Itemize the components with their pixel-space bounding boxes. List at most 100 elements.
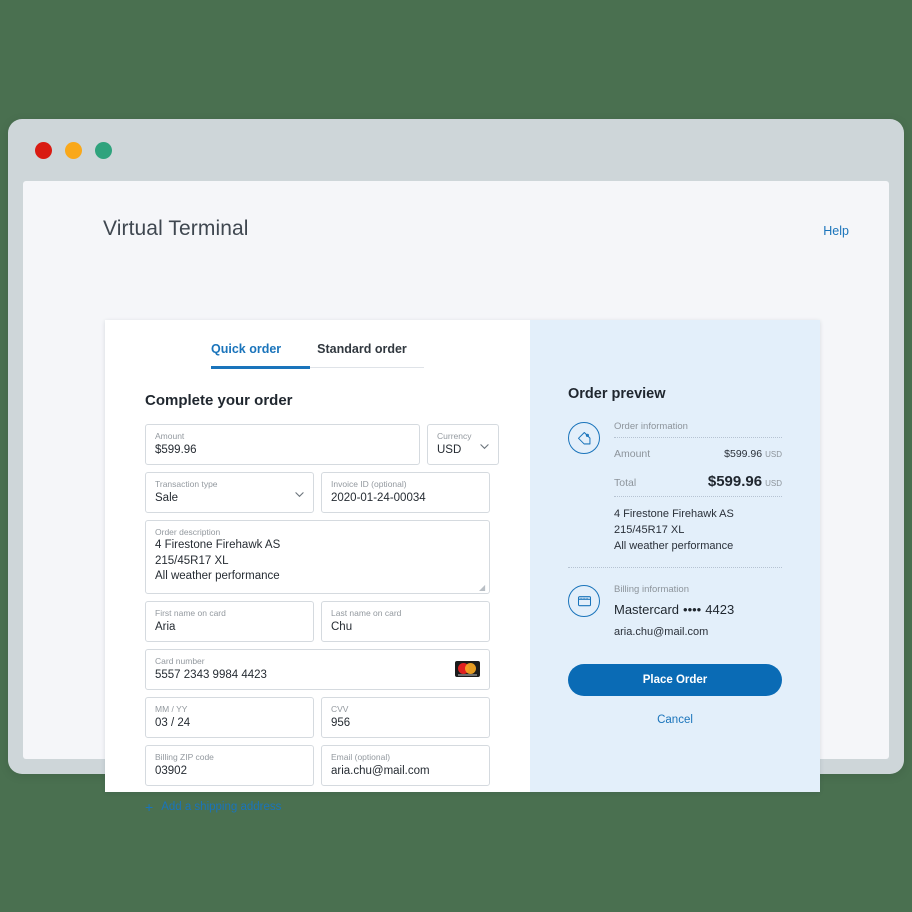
- tab-standard-order[interactable]: Standard order: [317, 342, 407, 368]
- amount-row: Amount $599.96 USD: [614, 438, 782, 467]
- order-information-caption: Order information: [614, 421, 688, 432]
- total-row-currency: USD: [765, 479, 782, 488]
- order-description-line: All weather performance: [155, 570, 280, 582]
- window-close-button[interactable]: [35, 141, 52, 159]
- amount-row-label: Amount: [614, 448, 651, 460]
- amount-row-value: $599.96: [724, 448, 763, 460]
- billing-zip-value: 03902: [155, 764, 187, 777]
- virtual-terminal-card: Quick order Standard order Complete your…: [105, 320, 820, 814]
- amount-row-currency: USD: [765, 450, 782, 459]
- add-shipping-address-label: Add a shipping address: [161, 800, 282, 813]
- last-name-value: Chu: [331, 620, 353, 633]
- mastercard-icon: [455, 661, 480, 677]
- first-name-value: Aria: [155, 620, 176, 633]
- card-mask: ••••: [683, 602, 702, 617]
- card-summary: Mastercard •••• 4423: [614, 600, 782, 619]
- preview-section-divider: [568, 567, 782, 568]
- transaction-type-value: Sale: [155, 492, 179, 504]
- billing-zip-field[interactable]: Billing ZIP code 03902: [145, 744, 314, 786]
- billing-information-block: Billing information Mastercard •••• 4423 a…: [568, 583, 782, 638]
- row-amount: Amount $599.96 Currency USD: [145, 424, 499, 465]
- total-row-label: Total: [614, 477, 637, 489]
- last-name-label: Last name on card: [331, 607, 402, 618]
- cvv-value: 956: [331, 716, 351, 729]
- card-brand-label: Mastercard: [614, 602, 680, 617]
- card-number-field[interactable]: Card number 5557 2343 9984 4423: [145, 648, 490, 690]
- row-zip-email: Billing ZIP code 03902 Email (optional) …: [145, 744, 490, 786]
- total-row-value-group: $599.96 USD: [708, 473, 782, 491]
- row-transaction: Transaction type Sale Invoice ID (option…: [145, 472, 490, 513]
- first-name-field[interactable]: First name on card Aria: [145, 600, 314, 642]
- preview-description-line: All weather performance: [614, 540, 734, 552]
- expiry-value: 03 / 24: [155, 716, 191, 729]
- billing-email: aria.chu@mail.com: [614, 626, 709, 638]
- order-preview-title: Order preview: [568, 386, 666, 402]
- window-titlebar: [8, 119, 904, 181]
- tag-icon: [568, 422, 600, 454]
- cvv-field[interactable]: CVV 956: [321, 696, 490, 738]
- order-information-block: Order information Amount $599.96 USD Tota…: [568, 420, 782, 567]
- row-card-number: Card number 5557 2343 9984 4423: [145, 648, 490, 690]
- chevron-down-icon: [295, 491, 304, 497]
- card-number-value: 5557 2343 9984 4423: [155, 668, 267, 681]
- amount-field[interactable]: Amount $599.96: [145, 424, 420, 465]
- expiry-field[interactable]: MM / YY 03 / 24: [145, 696, 314, 738]
- order-type-tabs: Quick order Standard order: [211, 342, 424, 369]
- browser-viewport: Virtual Terminal Help Quick order Standa…: [23, 181, 889, 814]
- currency-select[interactable]: Currency USD: [427, 424, 499, 465]
- order-preview-pane: Order preview Order information Amount $…: [530, 320, 820, 792]
- email-value: aria.chu@mail.com: [331, 764, 430, 777]
- add-shipping-address-button[interactable]: + Add a shipping address: [145, 800, 490, 814]
- chevron-down-icon: [480, 443, 489, 449]
- card-last4: 4423: [705, 602, 735, 617]
- window-maximize-button[interactable]: [95, 141, 112, 159]
- invoice-id-field[interactable]: Invoice ID (optional) 2020-01-24-00034: [321, 472, 490, 513]
- resize-grip-icon[interactable]: ◢: [479, 583, 486, 591]
- cvv-label: CVV: [331, 703, 349, 714]
- last-name-field[interactable]: Last name on card Chu: [321, 600, 490, 642]
- email-label: Email (optional): [331, 751, 391, 762]
- page-title: Virtual Terminal: [103, 217, 249, 240]
- billing-information-caption: Billing information: [614, 584, 689, 595]
- row-order-description: Order description 4 Firestone Firehawk A…: [145, 520, 490, 594]
- invoice-id-label: Invoice ID (optional): [331, 479, 407, 489]
- total-row-value: $599.96: [707, 473, 763, 490]
- row-expiry-cvv: MM / YY 03 / 24 CVV 956: [145, 696, 490, 738]
- order-information-body: Order information Amount $599.96 USD Tota…: [614, 420, 782, 567]
- cancel-link[interactable]: Cancel: [568, 714, 782, 726]
- total-row: Total $599.96 USD: [614, 467, 782, 496]
- amount-label: Amount: [155, 431, 185, 441]
- browser-window: Virtual Terminal Help Quick order Standa…: [8, 119, 904, 814]
- form-heading: Complete your order: [145, 392, 293, 409]
- preview-description-line: 215/45R17 XL: [614, 524, 685, 536]
- order-description-textarea[interactable]: Order description 4 Firestone Firehawk A…: [145, 520, 490, 594]
- tabs-underline: [211, 366, 424, 369]
- email-field[interactable]: Email (optional) aria.chu@mail.com: [321, 744, 490, 786]
- order-form-pane: Quick order Standard order Complete your…: [105, 320, 530, 814]
- order-description-line: 4 Firestone Firehawk AS: [155, 539, 281, 551]
- plus-icon: +: [145, 798, 154, 815]
- row-names: First name on card Aria Last name on car…: [145, 600, 490, 642]
- window-minimize-button[interactable]: [65, 141, 82, 159]
- order-description-label: Order description: [155, 527, 221, 537]
- currency-label: Currency: [437, 431, 472, 441]
- help-link[interactable]: Help: [823, 224, 849, 238]
- transaction-type-select[interactable]: Transaction type Sale: [145, 472, 314, 513]
- preview-description-line: 4 Firestone Firehawk AS: [614, 508, 734, 520]
- page-header: Virtual Terminal Help: [23, 181, 889, 241]
- order-form: Complete your order Amount $599.96 Curre…: [105, 368, 530, 814]
- place-order-button[interactable]: Place Order: [568, 664, 782, 696]
- tab-quick-order[interactable]: Quick order: [211, 342, 281, 368]
- transaction-type-label: Transaction type: [155, 479, 218, 489]
- billing-information-body: Billing information Mastercard •••• 4423 a…: [614, 583, 782, 638]
- amount-row-value-group: $599.96 USD: [724, 444, 782, 462]
- billing-zip-label: Billing ZIP code: [155, 751, 214, 762]
- invoice-id-value: 2020-01-24-00034: [331, 492, 426, 504]
- amount-value: $599.96: [155, 444, 197, 456]
- expiry-label: MM / YY: [155, 703, 188, 714]
- preview-description-list: 4 Firestone Firehawk AS 215/45R17 XL All…: [614, 497, 782, 567]
- wallet-icon: [568, 585, 600, 617]
- card-number-label: Card number: [155, 655, 205, 666]
- first-name-label: First name on card: [155, 607, 226, 618]
- order-description-line: 215/45R17 XL: [155, 554, 229, 567]
